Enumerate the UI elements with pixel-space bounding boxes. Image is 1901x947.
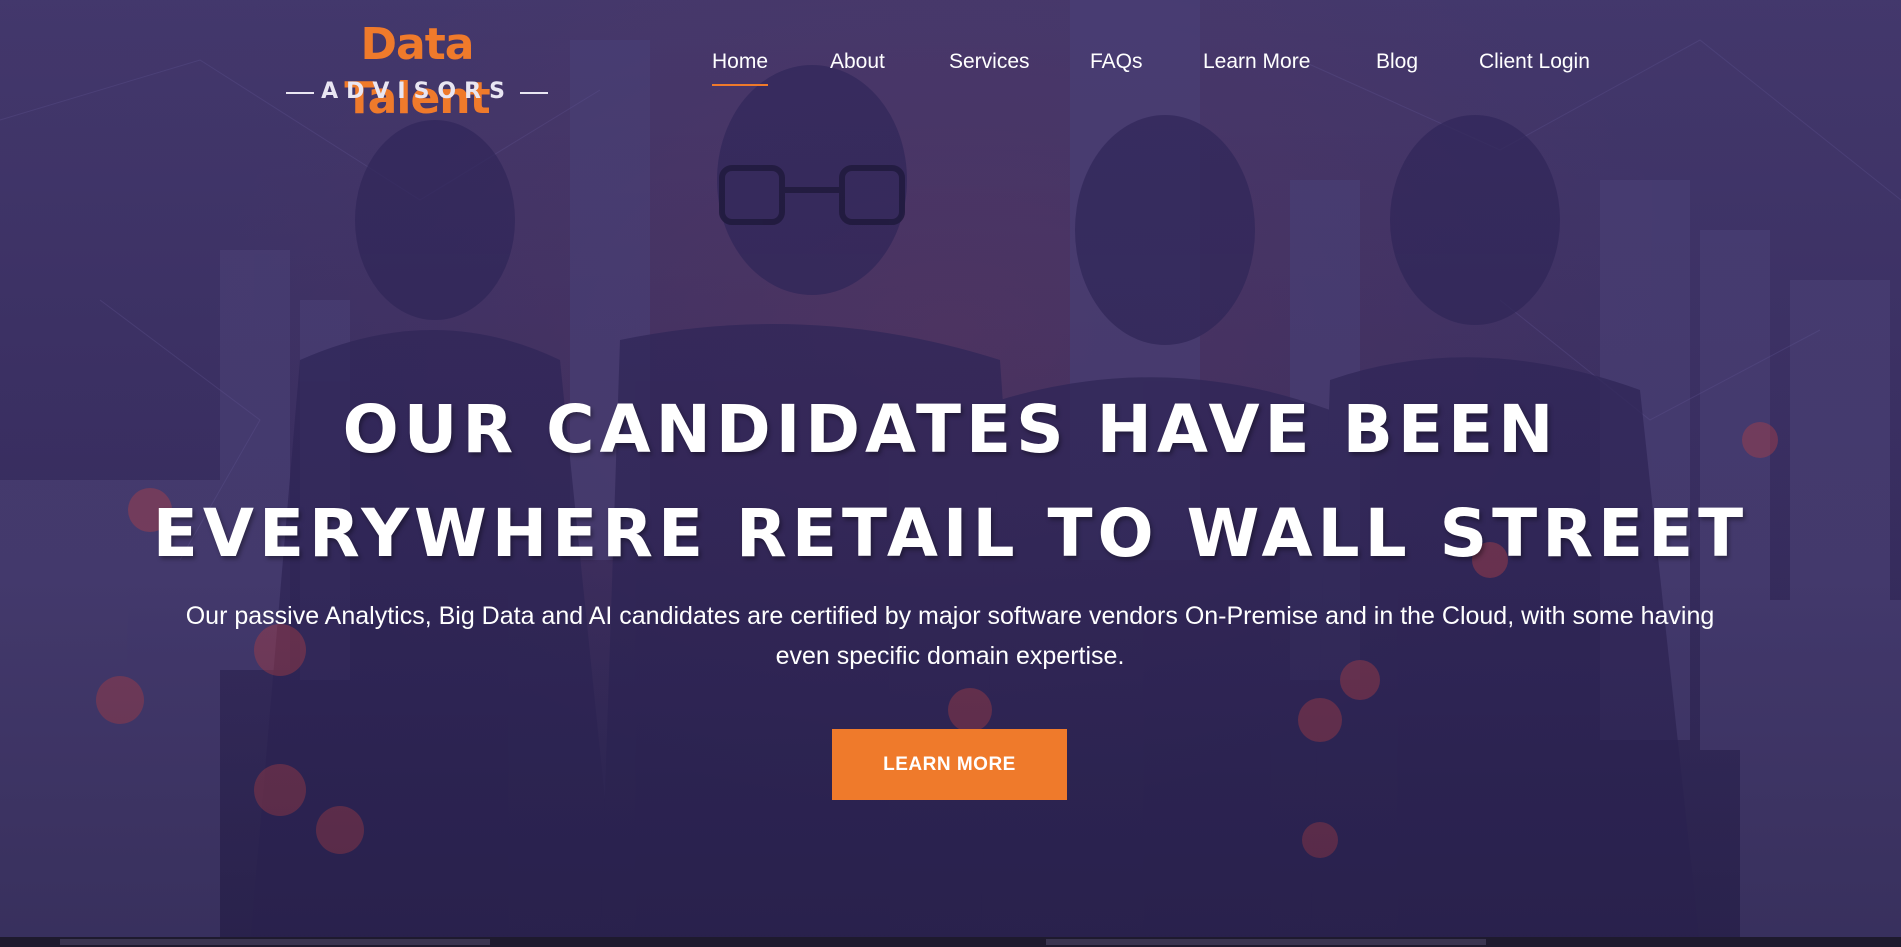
nav-faqs[interactable]: FAQs xyxy=(1090,44,1143,80)
hero-section: Data Talent ADVISORS Home About Services… xyxy=(0,0,1901,947)
hero-headline-line1: OUR CANDIDATES HAVE BEEN xyxy=(342,391,1559,468)
main-nav: Home About Services FAQs Learn More Blog… xyxy=(0,44,1901,86)
nav-services[interactable]: Services xyxy=(949,44,1030,80)
logo-divider-right xyxy=(520,92,548,94)
bottom-scroll-strip xyxy=(0,937,1901,947)
nav-client-login[interactable]: Client Login xyxy=(1479,44,1590,80)
learn-more-button[interactable]: LEARN MORE xyxy=(832,729,1067,800)
bottom-strip-segment xyxy=(60,939,490,945)
hero-headline-line2: EVERYWHERE RETAIL TO WALL STREET xyxy=(152,495,1749,572)
logo-divider-left xyxy=(286,92,314,94)
nav-learn-more[interactable]: Learn More xyxy=(1203,44,1310,80)
hero-overlay xyxy=(0,0,1901,947)
nav-about[interactable]: About xyxy=(830,44,885,80)
hero-subtext: Our passive Analytics, Big Data and AI c… xyxy=(185,602,1715,670)
nav-blog[interactable]: Blog xyxy=(1376,44,1418,80)
nav-home[interactable]: Home xyxy=(712,44,769,86)
bottom-strip-segment xyxy=(1046,939,1486,945)
